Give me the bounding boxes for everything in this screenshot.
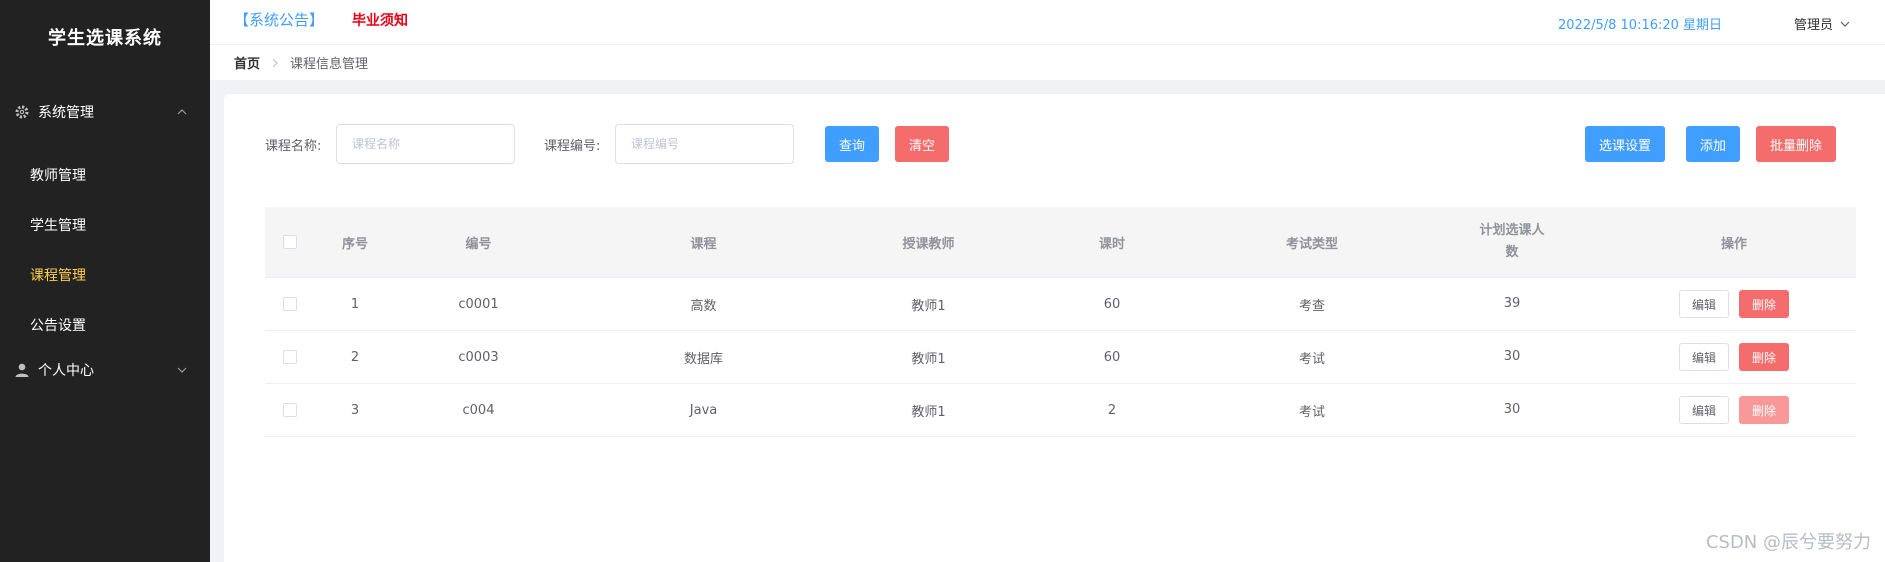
edit-button[interactable]: 编辑 bbox=[1678, 343, 1729, 371]
column-header: 编号 bbox=[465, 236, 492, 252]
query-button[interactable]: 查询 bbox=[825, 126, 880, 162]
course-name-label: 课程名称: bbox=[265, 139, 322, 154]
chevron-down-icon bbox=[1839, 18, 1851, 30]
cell-code: c004 bbox=[462, 402, 495, 418]
sidebar-group-label: 个人中心 bbox=[38, 363, 94, 379]
chevron-right-icon bbox=[270, 58, 280, 68]
table-row: 2 c0003 数据库 教师1 60 考试 30 编辑 删除 bbox=[265, 331, 1856, 384]
course-code-input[interactable] bbox=[615, 124, 794, 164]
cell-index: 3 bbox=[350, 402, 360, 418]
column-header: 授课教师 bbox=[902, 236, 955, 252]
column-header: 课程 bbox=[690, 236, 717, 252]
row-checkbox[interactable] bbox=[283, 297, 297, 311]
cell-index: 1 bbox=[350, 296, 360, 312]
cell-exam-type: 考试 bbox=[1298, 351, 1325, 367]
top-header: 【系统公告】 毕业须知 2022/5/8 10:16:20 星期日 管理员 bbox=[210, 0, 1885, 44]
column-header: 课时 bbox=[1098, 236, 1125, 252]
select-all-cell bbox=[265, 235, 315, 249]
breadcrumb-current: 课程信息管理 bbox=[290, 57, 369, 72]
sidebar-group-personal[interactable]: 个人中心 bbox=[0, 350, 210, 390]
batch-delete-button[interactable]: 批量删除 bbox=[1756, 126, 1837, 162]
cell-teacher: 教师1 bbox=[911, 351, 946, 367]
column-header: 计划选课人数 bbox=[1412, 220, 1612, 264]
cell-code: c0001 bbox=[458, 296, 499, 312]
row-select-cell bbox=[265, 350, 315, 364]
cell-code: c0003 bbox=[458, 349, 499, 365]
chevron-down-icon bbox=[176, 364, 188, 376]
sidebar-group-system[interactable]: 系统管理 bbox=[0, 74, 210, 150]
row-select-cell bbox=[265, 297, 315, 311]
delete-button[interactable]: 删除 bbox=[1739, 343, 1790, 371]
clear-button[interactable]: 清空 bbox=[895, 126, 950, 162]
breadcrumb-home[interactable]: 首页 bbox=[234, 53, 260, 72]
notice-text[interactable]: 毕业须知 bbox=[352, 10, 408, 30]
cell-index: 2 bbox=[350, 349, 360, 365]
select-all-checkbox[interactable] bbox=[283, 235, 297, 249]
delete-button[interactable]: 删除 bbox=[1739, 396, 1790, 424]
course-name-input[interactable] bbox=[336, 124, 515, 164]
cell-actions: 编辑 删除 bbox=[1612, 396, 1856, 424]
cell-planned-count: 30 bbox=[1503, 402, 1521, 417]
sidebar-item-notices[interactable]: 公告设置 bbox=[0, 300, 210, 350]
cell-exam-type: 考查 bbox=[1298, 298, 1325, 314]
row-checkbox[interactable] bbox=[283, 350, 297, 364]
cell-hours: 2 bbox=[1107, 402, 1117, 418]
cell-teacher: 教师1 bbox=[911, 404, 946, 420]
table-row: 3 c004 Java 教师1 2 考试 30 编辑 删除 bbox=[265, 384, 1856, 437]
cell-course: 高数 bbox=[690, 298, 717, 314]
column-header: 考试类型 bbox=[1285, 236, 1338, 252]
chevron-up-icon bbox=[176, 106, 188, 118]
watermark-text: CSDN @辰兮要努力 bbox=[1705, 532, 1871, 553]
add-button[interactable]: 添加 bbox=[1686, 126, 1741, 162]
cell-course: Java bbox=[689, 402, 718, 418]
user-icon bbox=[14, 362, 30, 378]
cell-course: 数据库 bbox=[683, 351, 723, 367]
course-table: 序号 编号 课程 授课教师 课时 考试类型 计划选课人数 操作 1 c0001 … bbox=[265, 207, 1856, 437]
cell-planned-count: 30 bbox=[1503, 349, 1521, 364]
user-menu[interactable]: 管理员 bbox=[1794, 14, 1851, 33]
gear-icon bbox=[14, 104, 30, 120]
row-checkbox[interactable] bbox=[283, 403, 297, 417]
row-select-cell bbox=[265, 403, 315, 417]
cell-actions: 编辑 删除 bbox=[1612, 343, 1856, 371]
column-header-text: 计划选课人数 bbox=[1479, 223, 1545, 260]
notice-tag: 【系统公告】 bbox=[234, 11, 325, 29]
column-header: 序号 bbox=[341, 236, 368, 252]
sidebar-item-students[interactable]: 学生管理 bbox=[0, 200, 210, 250]
course-settings-button[interactable]: 选课设置 bbox=[1585, 126, 1666, 162]
cell-exam-type: 考试 bbox=[1298, 404, 1325, 420]
sidebar-item-courses[interactable]: 课程管理 bbox=[0, 250, 210, 300]
cell-hours: 60 bbox=[1103, 349, 1121, 365]
cell-hours: 60 bbox=[1103, 296, 1121, 312]
cell-teacher: 教师1 bbox=[911, 298, 946, 314]
sidebar-group-label: 系统管理 bbox=[38, 105, 94, 121]
sidebar: 学生选课系统 系统管理 教师管理 学生管理 课程管理 公告设置 个人中心 bbox=[0, 0, 210, 562]
breadcrumb: 首页 课程信息管理 bbox=[210, 44, 1885, 80]
table-row: 1 c0001 高数 教师1 60 考查 39 编辑 删除 bbox=[265, 278, 1856, 331]
course-code-label: 课程编号: bbox=[544, 139, 601, 154]
cell-planned-count: 39 bbox=[1503, 296, 1521, 311]
delete-button[interactable]: 删除 bbox=[1739, 290, 1790, 318]
cell-actions: 编辑 删除 bbox=[1612, 290, 1856, 318]
column-header: 操作 bbox=[1720, 236, 1747, 252]
app-logo-title: 学生选课系统 bbox=[48, 28, 162, 49]
main-panel: 课程名称: 课程编号: 查询 清空 选课设置 添加 批量删除 序号 编号 课程 … bbox=[224, 94, 1885, 562]
sidebar-item-teachers[interactable]: 教师管理 bbox=[0, 150, 210, 200]
edit-button[interactable]: 编辑 bbox=[1678, 290, 1729, 318]
table-header: 序号 编号 课程 授课教师 课时 考试类型 计划选课人数 操作 bbox=[265, 207, 1856, 278]
search-bar: 课程名称: 课程编号: 查询 清空 选课设置 添加 批量删除 bbox=[265, 124, 1845, 164]
edit-button[interactable]: 编辑 bbox=[1678, 396, 1729, 424]
user-label: 管理员 bbox=[1794, 18, 1834, 33]
datetime-display: 2022/5/8 10:16:20 星期日 bbox=[1558, 18, 1723, 33]
